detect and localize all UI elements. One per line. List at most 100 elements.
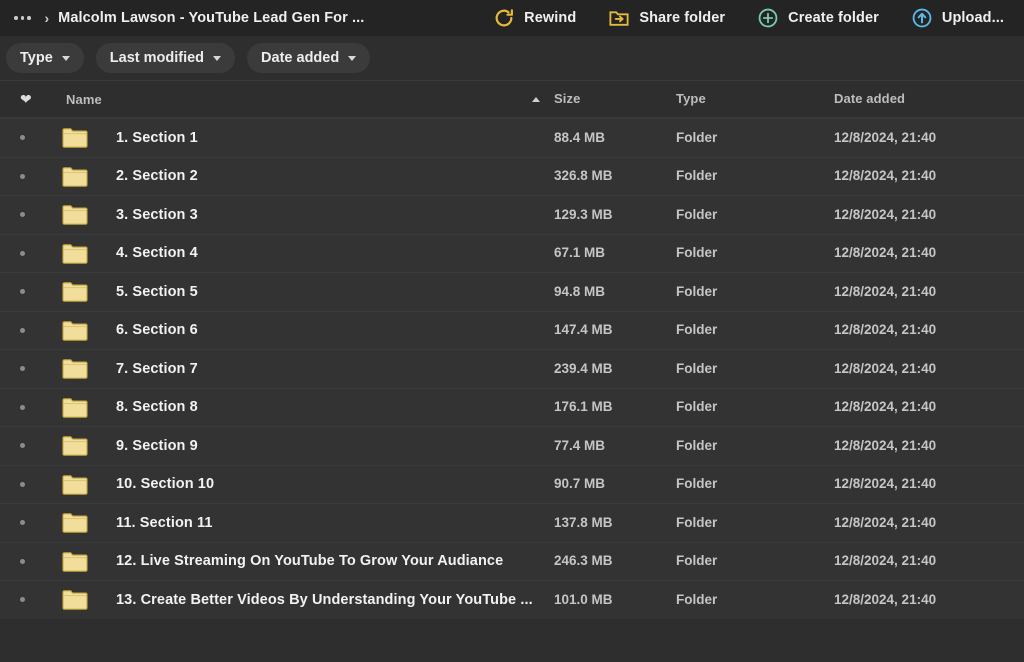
row-name-cell[interactable]: 11. Section 11 xyxy=(62,512,554,533)
table-row[interactable]: 4. Section 4 67.1 MB Folder 12/8/2024, 2… xyxy=(0,234,1024,273)
table-row[interactable]: 5. Section 5 94.8 MB Folder 12/8/2024, 2… xyxy=(0,272,1024,311)
bullet-icon xyxy=(20,135,25,140)
table-row[interactable]: 13. Create Better Videos By Understandin… xyxy=(0,580,1024,619)
row-favorite-toggle[interactable] xyxy=(0,289,62,294)
row-size-label: 94.8 MB xyxy=(554,284,605,299)
row-favorite-toggle[interactable] xyxy=(0,520,62,525)
row-size-label: 77.4 MB xyxy=(554,438,605,453)
table-row[interactable]: 11. Section 11 137.8 MB Folder 12/8/2024… xyxy=(0,503,1024,542)
filter-date-added-dropdown[interactable]: Date added xyxy=(247,43,370,73)
folder-icon xyxy=(62,127,88,148)
share-folder-label: Share folder xyxy=(639,10,725,26)
table-row[interactable]: 7. Section 7 239.4 MB Folder 12/8/2024, … xyxy=(0,349,1024,388)
row-type-cell: Folder xyxy=(676,591,834,609)
row-date-label: 12/8/2024, 21:40 xyxy=(834,245,936,260)
table-row[interactable]: 8. Section 8 176.1 MB Folder 12/8/2024, … xyxy=(0,388,1024,427)
share-folder-button[interactable]: Share folder xyxy=(598,2,735,34)
table-row[interactable]: 1. Section 1 88.4 MB Folder 12/8/2024, 2… xyxy=(0,118,1024,157)
row-type-label: Folder xyxy=(676,515,717,530)
row-date-cell: 12/8/2024, 21:40 xyxy=(834,552,1024,570)
row-date-cell: 12/8/2024, 21:40 xyxy=(834,398,1024,416)
table-row[interactable]: 3. Section 3 129.3 MB Folder 12/8/2024, … xyxy=(0,195,1024,234)
ellipsis-icon[interactable] xyxy=(8,12,37,24)
size-column-header[interactable]: Size xyxy=(554,90,676,108)
row-favorite-toggle[interactable] xyxy=(0,135,62,140)
row-name-label: 7. Section 7 xyxy=(116,361,198,377)
row-size-label: 137.8 MB xyxy=(554,515,613,530)
table-row[interactable]: 6. Section 6 147.4 MB Folder 12/8/2024, … xyxy=(0,311,1024,350)
filter-type-dropdown[interactable]: Type xyxy=(6,43,84,73)
row-favorite-toggle[interactable] xyxy=(0,174,62,179)
row-favorite-toggle[interactable] xyxy=(0,405,62,410)
folder-icon xyxy=(62,512,88,533)
row-size-cell: 147.4 MB xyxy=(554,321,676,339)
row-size-cell: 77.4 MB xyxy=(554,437,676,455)
file-list-table: ❤ Name Size Type Date added 1. Section 1 xyxy=(0,80,1024,619)
row-name-cell[interactable]: 9. Section 9 xyxy=(62,435,554,456)
row-type-label: Folder xyxy=(676,476,717,491)
row-size-label: 239.4 MB xyxy=(554,361,613,376)
row-favorite-toggle[interactable] xyxy=(0,597,62,602)
table-row[interactable]: 2. Section 2 326.8 MB Folder 12/8/2024, … xyxy=(0,157,1024,196)
table-row[interactable]: 12. Live Streaming On YouTube To Grow Yo… xyxy=(0,542,1024,581)
breadcrumb-separator-icon: › xyxy=(45,11,50,25)
chevron-down-icon xyxy=(62,56,70,61)
row-name-cell[interactable]: 5. Section 5 xyxy=(62,281,554,302)
upload-button[interactable]: Upload... xyxy=(901,2,1014,34)
row-size-label: 88.4 MB xyxy=(554,130,605,145)
row-type-label: Folder xyxy=(676,438,717,453)
row-favorite-toggle[interactable] xyxy=(0,366,62,371)
row-size-label: 246.3 MB xyxy=(554,553,613,568)
upload-icon xyxy=(911,7,933,29)
row-type-label: Folder xyxy=(676,553,717,568)
row-type-label: Folder xyxy=(676,399,717,414)
row-type-cell: Folder xyxy=(676,129,834,147)
row-size-cell: 176.1 MB xyxy=(554,398,676,416)
rewind-label: Rewind xyxy=(524,10,576,26)
row-name-cell[interactable]: 3. Section 3 xyxy=(62,204,554,225)
table-row[interactable]: 9. Section 9 77.4 MB Folder 12/8/2024, 2… xyxy=(0,426,1024,465)
date-added-column-header[interactable]: Date added xyxy=(834,90,1024,108)
row-type-cell: Folder xyxy=(676,283,834,301)
rewind-icon xyxy=(493,7,515,29)
row-date-label: 12/8/2024, 21:40 xyxy=(834,553,936,568)
row-date-cell: 12/8/2024, 21:40 xyxy=(834,244,1024,262)
row-type-cell: Folder xyxy=(676,360,834,378)
favorite-column-header[interactable]: ❤ xyxy=(0,92,62,106)
row-favorite-toggle[interactable] xyxy=(0,482,62,487)
row-name-cell[interactable]: 6. Section 6 xyxy=(62,320,554,341)
folder-icon xyxy=(62,204,88,225)
row-favorite-toggle[interactable] xyxy=(0,443,62,448)
row-name-cell[interactable]: 2. Section 2 xyxy=(62,166,554,187)
rewind-button[interactable]: Rewind xyxy=(483,2,586,34)
folder-icon xyxy=(62,551,88,572)
row-favorite-toggle[interactable] xyxy=(0,212,62,217)
row-date-cell: 12/8/2024, 21:40 xyxy=(834,360,1024,378)
row-name-cell[interactable]: 12. Live Streaming On YouTube To Grow Yo… xyxy=(62,551,554,572)
row-name-cell[interactable]: 8. Section 8 xyxy=(62,397,554,418)
table-row[interactable]: 10. Section 10 90.7 MB Folder 12/8/2024,… xyxy=(0,465,1024,504)
row-date-cell: 12/8/2024, 21:40 xyxy=(834,591,1024,609)
row-name-label: 5. Section 5 xyxy=(116,284,198,300)
row-size-label: 326.8 MB xyxy=(554,168,613,183)
row-date-cell: 12/8/2024, 21:40 xyxy=(834,437,1024,455)
heart-icon: ❤ xyxy=(20,92,32,106)
row-size-label: 129.3 MB xyxy=(554,207,613,222)
type-column-header[interactable]: Type xyxy=(676,90,834,108)
breadcrumb-current-folder[interactable]: Malcolm Lawson - YouTube Lead Gen For ..… xyxy=(58,10,364,26)
row-favorite-toggle[interactable] xyxy=(0,251,62,256)
row-favorite-toggle[interactable] xyxy=(0,328,62,333)
row-name-cell[interactable]: 7. Section 7 xyxy=(62,358,554,379)
filter-last-modified-dropdown[interactable]: Last modified xyxy=(96,43,235,73)
row-name-cell[interactable]: 1. Section 1 xyxy=(62,127,554,148)
name-column-header[interactable]: Name xyxy=(62,92,554,107)
folder-icon xyxy=(62,358,88,379)
row-name-cell[interactable]: 13. Create Better Videos By Understandin… xyxy=(62,589,554,610)
share-folder-icon xyxy=(608,7,630,29)
row-name-cell[interactable]: 4. Section 4 xyxy=(62,243,554,264)
create-folder-button[interactable]: Create folder xyxy=(747,2,889,34)
row-size-cell: 137.8 MB xyxy=(554,514,676,532)
row-size-cell: 326.8 MB xyxy=(554,167,676,185)
row-name-cell[interactable]: 10. Section 10 xyxy=(62,474,554,495)
row-favorite-toggle[interactable] xyxy=(0,559,62,564)
